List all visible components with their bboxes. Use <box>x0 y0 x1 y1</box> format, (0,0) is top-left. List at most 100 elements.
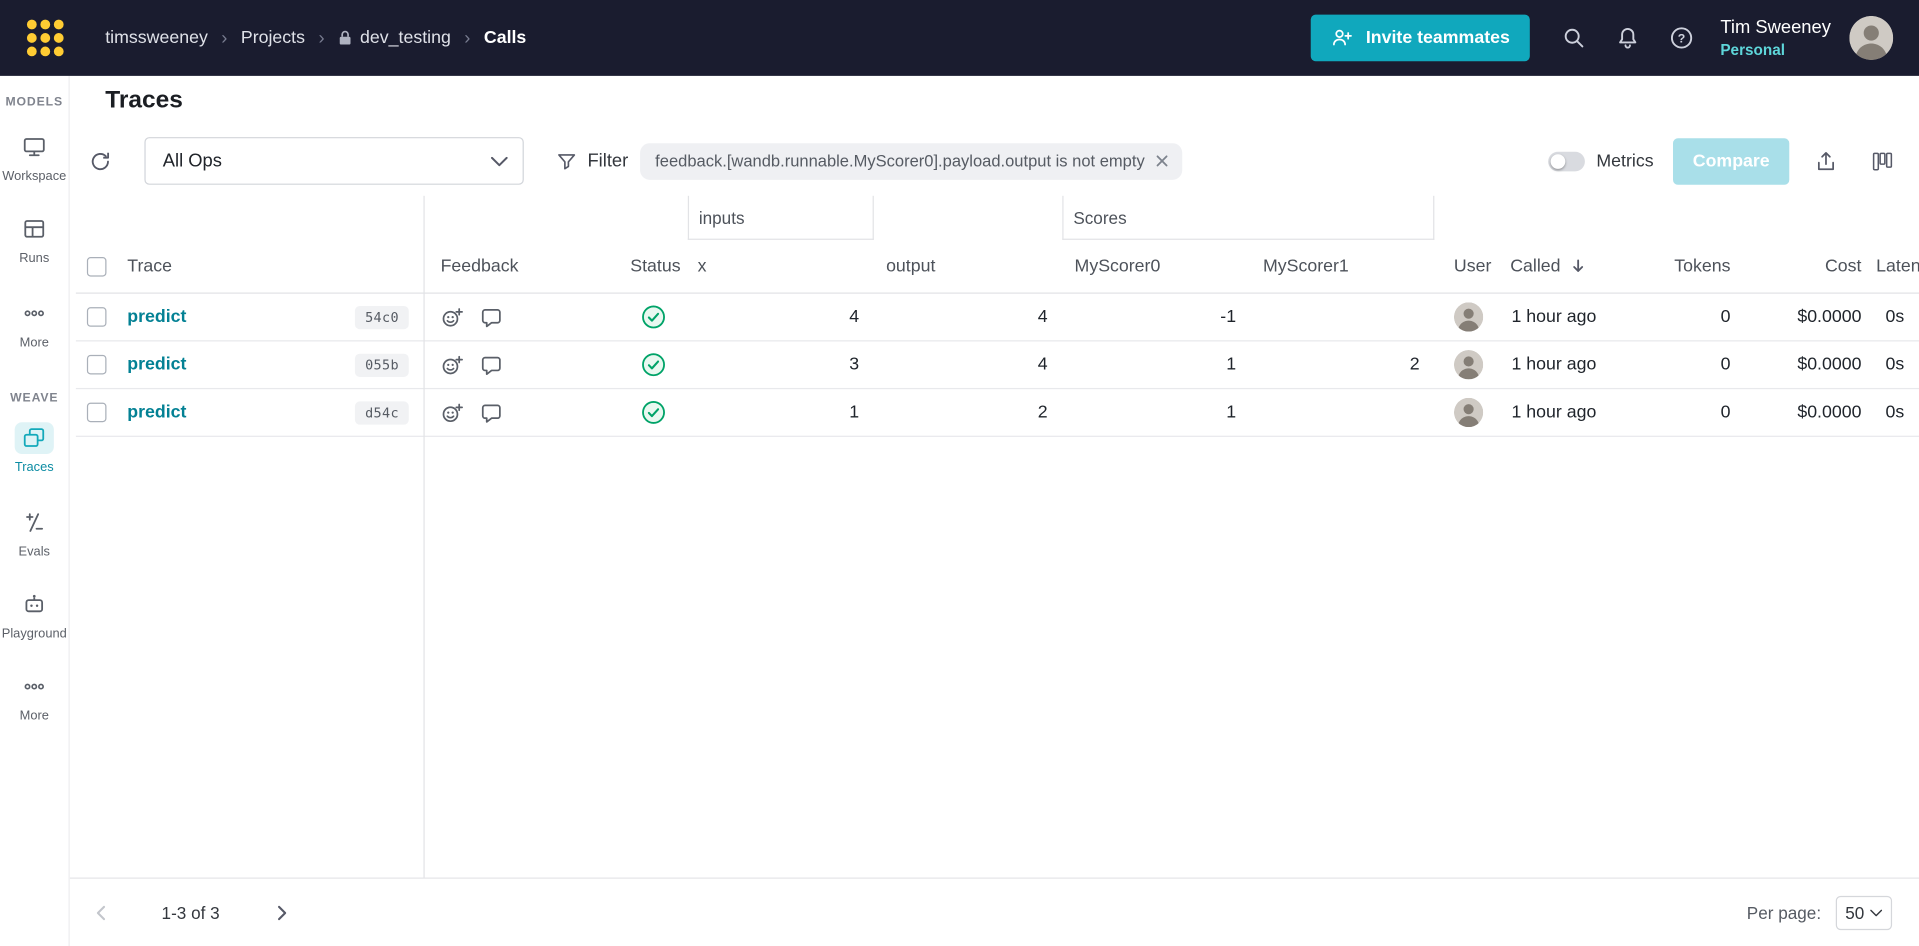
column-header-x[interactable]: x <box>688 240 874 293</box>
row-checkbox[interactable] <box>86 307 107 327</box>
chevron-left-icon <box>92 903 112 923</box>
scorer0-value: -1 <box>1220 307 1237 327</box>
compare-button[interactable]: Compare <box>1673 137 1790 185</box>
columns-icon <box>1870 149 1894 173</box>
toggle-knob <box>1551 153 1566 169</box>
status-success-icon <box>641 352 665 376</box>
invite-teammates-label: Invite teammates <box>1365 28 1510 48</box>
breadcrumb-entity[interactable]: timssweeney <box>105 28 208 48</box>
user-menu[interactable]: Tim Sweeney Personal <box>1720 16 1831 60</box>
called-value: 1 hour ago <box>1511 402 1597 423</box>
op-filter-select[interactable]: All Ops <box>144 137 524 185</box>
table-header-row: Trace Feedback Status x output MyScorer0… <box>75 240 1919 294</box>
op-link[interactable]: predict <box>127 355 186 375</box>
invite-teammates-button[interactable]: Invite teammates <box>1310 14 1530 62</box>
scorer1-value <box>1251 294 1435 341</box>
traces-icon <box>14 422 54 455</box>
x-value: 1 <box>849 402 860 423</box>
column-header-cost[interactable]: Cost <box>1738 240 1869 293</box>
wandb-logo[interactable] <box>26 19 64 57</box>
tokens-value: 0 <box>1720 402 1731 423</box>
sidebar-item-evals[interactable]: Evals <box>15 507 54 560</box>
page-range: 1-3 of 3 <box>161 902 220 923</box>
column-settings-button[interactable] <box>1860 139 1904 183</box>
metrics-toggle[interactable] <box>1548 151 1586 171</box>
chevron-down-icon <box>491 156 508 166</box>
table-row[interactable]: predict 055b 3 4 1 2 1 hour ago 0 $0.000… <box>75 341 1919 390</box>
sidebar-item-traces[interactable]: Traces <box>14 422 54 475</box>
comment-icon[interactable] <box>480 353 503 376</box>
sidebar-item-label: Evals <box>18 544 50 560</box>
scorer1-value <box>1251 389 1435 436</box>
called-value: 1 hour ago <box>1511 307 1597 327</box>
breadcrumb-project-label[interactable]: dev_testing <box>360 28 451 48</box>
toolbar-right: Metrics Compare <box>1548 137 1919 185</box>
column-header-called[interactable]: Called <box>1503 240 1628 293</box>
sort-desc-icon[interactable] <box>1569 257 1587 275</box>
add-reaction-icon[interactable] <box>441 305 464 328</box>
column-header-feedback[interactable]: Feedback <box>423 240 618 293</box>
breadcrumb-separator: › <box>464 27 471 49</box>
search-button[interactable] <box>1547 11 1601 65</box>
invite-user-icon <box>1330 26 1354 50</box>
svg-text:?: ? <box>1677 31 1685 45</box>
cost-value: $0.0000 <box>1797 354 1862 375</box>
column-header-scorer0[interactable]: MyScorer0 <box>1062 240 1250 293</box>
playground-icon <box>15 589 54 621</box>
column-header-status[interactable]: Status <box>618 240 688 293</box>
chevron-right-icon <box>272 903 292 923</box>
prev-page-button[interactable] <box>86 896 118 928</box>
next-page-button[interactable] <box>266 896 298 928</box>
op-link[interactable]: predict <box>127 307 186 327</box>
row-checkbox[interactable] <box>86 354 107 375</box>
navbar-actions: Invite teammates ? Tim Sweeney Personal <box>1310 11 1919 65</box>
breadcrumb-project[interactable]: dev_testing <box>338 28 451 48</box>
latency-value: 0s <box>1885 307 1905 327</box>
breadcrumb-current: Calls <box>483 28 527 48</box>
op-link[interactable]: predict <box>127 403 186 423</box>
remove-filter-icon[interactable] <box>1155 153 1171 169</box>
column-header-trace[interactable]: Trace <box>117 240 423 293</box>
refresh-button[interactable] <box>81 141 120 180</box>
filter-chip[interactable]: feedback.[wandb.runnable.MyScorer0].payl… <box>640 142 1183 180</box>
breadcrumb: timssweeney › Projects › dev_testing › C… <box>105 28 526 49</box>
comment-icon[interactable] <box>480 305 503 328</box>
sidebar-item-label: Playground <box>1 626 67 642</box>
table-row[interactable]: predict d54c 1 2 1 1 hour ago 0 $0.0000 … <box>75 389 1919 437</box>
breadcrumb-separator: › <box>318 27 325 49</box>
column-header-user[interactable]: User <box>1434 240 1503 293</box>
sidebar-item-runs[interactable]: Runs <box>15 213 54 266</box>
column-header-latency[interactable]: Latency <box>1869 240 1919 293</box>
op-filter-value: All Ops <box>162 150 222 172</box>
help-button[interactable]: ? <box>1654 11 1708 65</box>
notifications-button[interactable] <box>1600 11 1654 65</box>
latency-value: 0s <box>1885 402 1905 423</box>
cost-value: $0.0000 <box>1797 402 1862 423</box>
per-page-control: Per page: 50 <box>1747 895 1893 930</box>
add-reaction-icon[interactable] <box>441 401 464 424</box>
select-all-checkbox[interactable] <box>86 256 107 276</box>
column-group-row: inputs Scores <box>76 195 1919 240</box>
column-header-tokens[interactable]: Tokens <box>1628 240 1738 293</box>
user-avatar[interactable] <box>1849 16 1893 60</box>
lock-icon <box>338 29 353 46</box>
sidebar-section-weave: WEAVE <box>10 391 59 406</box>
export-button[interactable] <box>1804 139 1848 183</box>
comment-icon[interactable] <box>480 401 503 424</box>
sidebar-item-playground[interactable]: Playground <box>1 589 67 642</box>
call-id-chip[interactable]: 055b <box>355 353 409 377</box>
filter-label: Filter <box>587 150 629 172</box>
row-checkbox[interactable] <box>86 402 107 423</box>
per-page-select[interactable]: 50 <box>1835 895 1893 930</box>
sidebar-item-more-weave[interactable]: More <box>15 671 54 724</box>
breadcrumb-projects[interactable]: Projects <box>241 28 305 48</box>
call-id-chip[interactable]: d54c <box>355 400 409 425</box>
call-id-chip[interactable]: 54c0 <box>355 305 409 329</box>
sidebar-item-more-models[interactable]: More <box>15 297 54 350</box>
table-row[interactable]: predict 54c0 4 4 -1 1 hour ago 0 $0.0000… <box>75 294 1919 342</box>
column-header-output[interactable]: output <box>874 240 1062 293</box>
sidebar-item-label: More <box>19 708 49 724</box>
column-header-scorer1[interactable]: MyScorer1 <box>1251 240 1435 293</box>
sidebar-item-workspace[interactable]: Workspace <box>2 131 66 184</box>
add-reaction-icon[interactable] <box>441 353 464 376</box>
